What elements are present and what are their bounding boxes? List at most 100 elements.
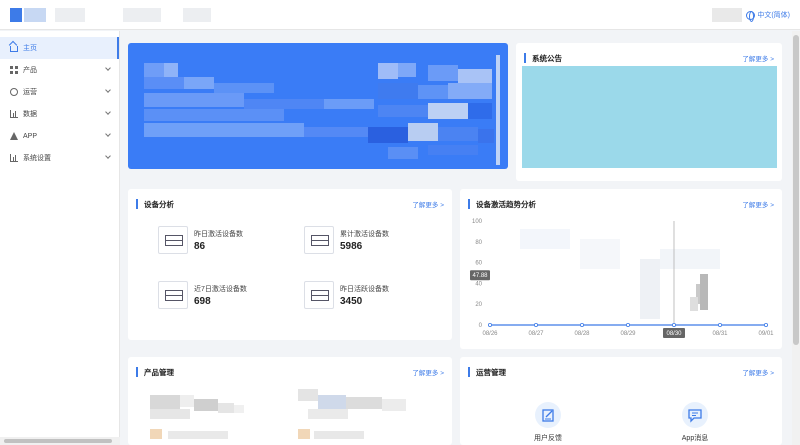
stat-value: 5986 bbox=[340, 241, 363, 252]
device-icon bbox=[158, 281, 188, 309]
product-blur-block bbox=[298, 429, 310, 439]
banner-pixel-block bbox=[458, 69, 492, 83]
banner-pixel-block bbox=[428, 145, 478, 155]
sidebar-item-home[interactable]: 主页 bbox=[0, 37, 119, 59]
card-title: 系统公告 bbox=[524, 53, 562, 63]
x-tick-label: 08/27 bbox=[528, 331, 544, 337]
feedback-edit-icon bbox=[535, 402, 561, 428]
chart-blur-block bbox=[700, 274, 708, 310]
banner-pixel-block bbox=[164, 63, 178, 77]
banner-pixel-block bbox=[398, 63, 416, 77]
ops-item-label: 用户反馈 bbox=[534, 435, 562, 442]
sidebar-item-label: 数据 bbox=[23, 111, 37, 118]
banner-pixel-block bbox=[428, 103, 468, 119]
sidebar-horizontal-scrollbar[interactable] bbox=[0, 437, 120, 445]
chart-blur-block bbox=[640, 259, 660, 319]
app-logo[interactable] bbox=[10, 8, 46, 22]
banner-pixel-block bbox=[378, 105, 428, 117]
product-blur-block bbox=[168, 431, 228, 439]
ops-item-user-feedback[interactable]: 用户反馈 bbox=[528, 402, 568, 443]
stat-yesterday-active: 昨日活跃设备数 3450 bbox=[304, 281, 444, 311]
sidebar-item-data[interactable]: 数据 bbox=[0, 103, 119, 125]
card-title: 产品管理 bbox=[136, 367, 174, 377]
stat-label: 累计激活设备数 bbox=[340, 231, 389, 238]
product-blur-block bbox=[318, 395, 346, 409]
product-blur-block bbox=[180, 395, 194, 407]
banner-pixel-block bbox=[214, 83, 274, 93]
stat-yesterday-activated: 昨日激活设备数 86 bbox=[158, 226, 298, 256]
y-tick-label: 20 bbox=[475, 302, 482, 308]
data-point bbox=[487, 322, 492, 327]
product-more-link[interactable]: 了解更多 > bbox=[412, 367, 444, 377]
product-blur-block bbox=[150, 429, 162, 439]
banner-pixel-block bbox=[144, 77, 184, 89]
stat-total-activated: 累计激活设备数 5986 bbox=[304, 226, 444, 256]
x-tick-label: 08/26 bbox=[482, 331, 498, 337]
banner-pixel-block bbox=[438, 127, 478, 141]
banner-pixel-block bbox=[378, 83, 418, 99]
language-switcher[interactable]: 中文(简体) bbox=[746, 9, 790, 22]
activation-trend-card: 设备激活趋势分析 了解更多 > 0 20 40 60 80 100 08/26 08/27 08… bbox=[460, 189, 782, 349]
stat-value: 3450 bbox=[340, 296, 363, 307]
chart-blur-block bbox=[690, 297, 698, 311]
x-tick-label: 08/30 bbox=[666, 331, 682, 337]
banner-pixel-block bbox=[378, 63, 398, 79]
product-blur-block bbox=[346, 397, 382, 409]
globe-icon bbox=[746, 10, 756, 22]
sidebar-item-system-settings[interactable]: 系统设置 bbox=[0, 147, 119, 169]
banner-pixel-block bbox=[388, 147, 418, 159]
device-icon bbox=[158, 226, 188, 254]
ops-item-label: App消息 bbox=[681, 435, 709, 442]
card-title: 运营管理 bbox=[468, 367, 506, 377]
banner-pixel-block bbox=[324, 99, 374, 109]
x-tick-label: 08/28 bbox=[574, 331, 590, 337]
header-blurred-title bbox=[183, 8, 211, 22]
device-icon bbox=[304, 281, 334, 309]
notice-content-area bbox=[522, 66, 777, 168]
sidebar-item-label: APP bbox=[23, 132, 38, 140]
sidebar-item-app[interactable]: APP bbox=[0, 125, 119, 147]
banner-pixel-block bbox=[468, 103, 492, 119]
user-avatar[interactable] bbox=[712, 8, 742, 22]
banner-pixel-block bbox=[184, 77, 214, 89]
warning-icon bbox=[10, 132, 18, 140]
banner-pixel-block bbox=[144, 63, 164, 77]
banner-pixel-block bbox=[418, 85, 448, 99]
chevron-down-icon bbox=[105, 65, 111, 71]
sidebar: 主页 产品 运营 数据 APP 系统设置 bbox=[0, 31, 120, 445]
y-tick-label: 80 bbox=[475, 240, 482, 246]
device-analysis-more-link[interactable]: 了解更多 > bbox=[412, 199, 444, 209]
chevron-down-icon bbox=[105, 131, 111, 137]
notice-more-link[interactable]: 了解更多 > bbox=[742, 53, 774, 63]
operations-more-link[interactable]: 了解更多 > bbox=[742, 367, 774, 377]
sidebar-item-label: 系统设置 bbox=[23, 155, 51, 162]
sidebar-item-label: 主页 bbox=[23, 45, 37, 52]
product-blur-block bbox=[234, 405, 244, 413]
y-tick-label: 40 bbox=[475, 281, 482, 287]
y-tick-label: 60 bbox=[475, 261, 482, 267]
chart-blur-block bbox=[580, 239, 620, 269]
data-point bbox=[580, 322, 585, 327]
y-tick-label: 100 bbox=[472, 219, 483, 225]
activation-trend-chart[interactable]: 0 20 40 60 80 100 08/26 08/27 08/28 08/29 08/30 08/… bbox=[460, 189, 782, 349]
page-vertical-scrollbar[interactable] bbox=[792, 31, 800, 445]
product-management-card: 产品管理 了解更多 > bbox=[128, 357, 452, 445]
sidebar-item-operations[interactable]: 运营 bbox=[0, 81, 119, 103]
bar-chart-icon bbox=[10, 154, 18, 162]
chart-blur-block bbox=[520, 229, 570, 249]
product-blur-block bbox=[314, 431, 364, 439]
product-blur-block bbox=[150, 409, 190, 419]
home-icon bbox=[10, 46, 18, 52]
ops-item-app-message[interactable]: App消息 bbox=[675, 402, 715, 443]
card-title: 设备分析 bbox=[136, 199, 174, 209]
stat-value: 698 bbox=[194, 296, 211, 307]
message-icon bbox=[682, 402, 708, 428]
x-tick-label: 09/01 bbox=[758, 331, 774, 337]
device-icon bbox=[304, 226, 334, 254]
product-blur-block bbox=[382, 399, 406, 411]
product-blur-block bbox=[298, 389, 318, 401]
sidebar-item-label: 产品 bbox=[23, 67, 37, 74]
chart-blur-block bbox=[660, 249, 720, 269]
banner-pixel-block bbox=[144, 109, 284, 121]
sidebar-item-product[interactable]: 产品 bbox=[0, 59, 119, 81]
